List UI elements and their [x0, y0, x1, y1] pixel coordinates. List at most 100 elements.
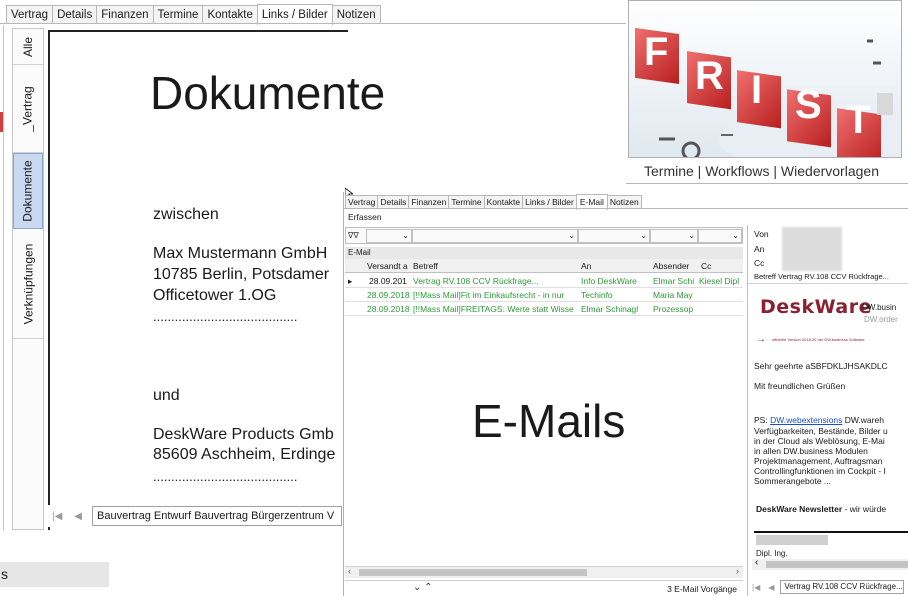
frist-caption-underline: [626, 183, 908, 184]
cell-from: Maria May: [653, 290, 693, 300]
filter-dropdown-2[interactable]: ⌄: [412, 228, 578, 243]
erfassen-button[interactable]: Erfassen: [348, 212, 382, 222]
document-title: Dokumente: [150, 67, 386, 119]
first-record-icon[interactable]: |◀: [52, 511, 62, 522]
preview-cc-label: Cc: [754, 258, 765, 268]
col-betreff[interactable]: Betreff: [413, 261, 579, 271]
prev-record-icon[interactable]: ◀: [74, 511, 82, 522]
frist-letter-r: R: [695, 54, 724, 98]
frist-caption: Termine | Workflows | Wiedervorlagen: [644, 163, 879, 179]
preview-hscrollbar[interactable]: ‹: [752, 557, 908, 570]
cell-date: 28.09.2018: [367, 304, 410, 314]
email-grid-header: Versandt a Betreff An Absender Cc: [345, 259, 743, 273]
arrow-right-icon: →: [756, 334, 766, 345]
side-tab-dokumente[interactable]: Dokumente: [13, 153, 43, 229]
email-tab-kontakte[interactable]: Kontakte: [483, 195, 524, 209]
preview-von-label: Von: [754, 229, 769, 239]
cell-to: Info DeskWare: [581, 276, 637, 286]
preview-paragraph-line: in der Cloud als Weblösung, E-Mai: [754, 436, 885, 446]
filter-icon[interactable]: ∇∇: [346, 231, 366, 240]
newsletter-bold: DeskWare Newsletter: [756, 504, 843, 514]
filter-row: ∇∇ ⌄ ⌄ ⌄ ⌄ ⌄: [345, 227, 743, 244]
bottom-left-field: s: [0, 562, 109, 587]
filter-dropdown-5[interactable]: ⌄: [698, 228, 742, 243]
preview-signature-redacted: [756, 535, 828, 545]
preview-paragraph-line: in allen DW.business Modulen: [754, 446, 868, 456]
frist-letter-s: S: [795, 83, 822, 127]
doc-line-und: und: [153, 387, 180, 404]
grid-status-bar: ⌄ ⌃ 3 E-Mail Vorgänge: [345, 580, 743, 596]
expand-collapse-icon[interactable]: ⌄ ⌃: [413, 582, 433, 593]
preview-signature: Dipl. Ing.: [756, 549, 788, 558]
doc-dotted-line-2: ........................................: [153, 469, 298, 484]
email-tab-bar: Vertrag Details Finanzen Termine Kontakt…: [345, 194, 642, 210]
preview-nav-field[interactable]: Vertrag RV.108 CCV Rückfrage...: [780, 580, 905, 594]
email-count-status: 3 E-Mail Vorgänge: [667, 584, 737, 594]
side-tab-strip: Alle _Vertrag Dokumente Verknüpfungen: [12, 28, 44, 530]
frist-letter-t: T: [846, 98, 870, 142]
tab-vertrag[interactable]: Vertrag: [6, 5, 54, 24]
preview-ps-line: PS: DW.webextensions DW.wareh: [754, 415, 884, 425]
preview-prev-icon[interactable]: ◀: [768, 583, 774, 592]
col-absender[interactable]: Absender: [653, 261, 701, 271]
preview-first-icon[interactable]: |◀: [752, 583, 760, 592]
table-row[interactable]: 28.09.2018 [!!Mass Mail]Fit im Einkaufsr…: [345, 288, 743, 302]
preview-paragraph-line: Controllingfunktionen im Cockpit - I: [754, 466, 886, 476]
col-an[interactable]: An: [581, 261, 653, 271]
filter-dropdown-4[interactable]: ⌄: [650, 228, 698, 243]
tab-finanzen[interactable]: Finanzen: [96, 5, 154, 24]
row-indicator-icon: ▸: [348, 276, 353, 286]
preview-closing: Mit freundlichen Grüßen: [754, 381, 846, 391]
emails-overlay-label: E-Mails: [472, 395, 626, 447]
preview-sender-redacted: [782, 227, 842, 271]
table-row[interactable]: 28.09.2018 [!!Mass Mail]FREITAGS: Werte …: [345, 302, 743, 316]
tab-notizen[interactable]: Notizen: [331, 5, 381, 24]
doc-nav-field[interactable]: Bauvertrag Entwurf Bauvertrag Bürgerzent…: [92, 506, 342, 526]
preview-paragraph-line: Verfügbarkeiten, Bestände, Bilder u: [754, 426, 888, 436]
scroll-thumb[interactable]: [359, 569, 587, 576]
table-row[interactable]: ▸ 28.09.201 Vertrag RV.108 CCV Rückfrage…: [345, 274, 743, 288]
grid-hscrollbar[interactable]: ‹ ›: [345, 566, 743, 578]
email-tab-links-bilder[interactable]: Links / Bilder: [522, 195, 577, 209]
preview-scroll-left-icon[interactable]: ‹: [755, 557, 758, 568]
frist-image-frame: F R I S T: [628, 0, 902, 158]
side-tab-vertrag[interactable]: _Vertrag: [13, 65, 43, 153]
email-grid-caption: E-Mail: [345, 247, 743, 259]
preview-betreff: Betreff Vertrag RV.108 CCV Rückfrage...: [754, 272, 889, 281]
preview-small-line: offizielle Version 2018.20 der DW.busine…: [772, 337, 865, 342]
doc-dotted-line-1: ........................................: [153, 309, 298, 324]
newsletter-rest: - wir würde: [842, 504, 887, 514]
frist-letter-f: F: [644, 30, 668, 74]
side-tab-alle[interactable]: Alle: [13, 29, 43, 65]
email-tab-vertrag[interactable]: Vertrag: [345, 195, 379, 209]
background-tab-bar: Vertrag Details Finanzen Termine Kontakt…: [6, 4, 381, 25]
email-tab-details[interactable]: Details: [377, 195, 410, 209]
preview-an-label: An: [754, 244, 765, 254]
tab-termine[interactable]: Termine: [152, 5, 204, 24]
filter-dropdown-3[interactable]: ⌄: [578, 228, 650, 243]
ps-rest: DW.wareh: [842, 415, 884, 425]
doc-line-party1-city: 10785 Berlin, Potsdamer: [153, 266, 330, 283]
tab-links-bilder[interactable]: Links / Bilder: [256, 4, 333, 25]
filter-dropdown-1[interactable]: ⌄: [366, 228, 412, 243]
left-edge-border: [0, 25, 4, 530]
cell-subject: Vertrag RV.108 CCV Rückfrage...: [413, 276, 539, 286]
email-tab-notizen[interactable]: Notizen: [606, 195, 642, 209]
frist-letter-i: I: [751, 68, 762, 112]
side-tab-verknuepfungen[interactable]: Verknüpfungen: [13, 229, 43, 339]
cell-subject: [!!Mass Mail]Fit im Einkaufsrecht - in n…: [413, 290, 565, 300]
scroll-left-icon[interactable]: ‹: [348, 566, 351, 576]
cell-from: Elmar Schi: [653, 276, 695, 286]
webextensions-link[interactable]: DW.webextensions: [770, 415, 842, 425]
logo-right-line2: DW.order: [864, 315, 898, 324]
ps-prefix: PS:: [754, 415, 771, 425]
tab-kontakte[interactable]: Kontakte: [202, 5, 258, 24]
col-cc[interactable]: Cc: [701, 261, 741, 271]
email-tab-termine[interactable]: Termine: [448, 195, 485, 209]
col-versandt[interactable]: Versandt a: [367, 261, 413, 271]
email-preview-pane: Von An Cc Betreff Vertrag RV.108 CCV Rüc…: [747, 225, 908, 596]
scroll-right-icon[interactable]: ›: [736, 566, 739, 576]
tab-details[interactable]: Details: [52, 5, 98, 24]
email-tab-finanzen[interactable]: Finanzen: [408, 195, 450, 209]
cell-to: Elmar Schinagl: [581, 304, 639, 314]
